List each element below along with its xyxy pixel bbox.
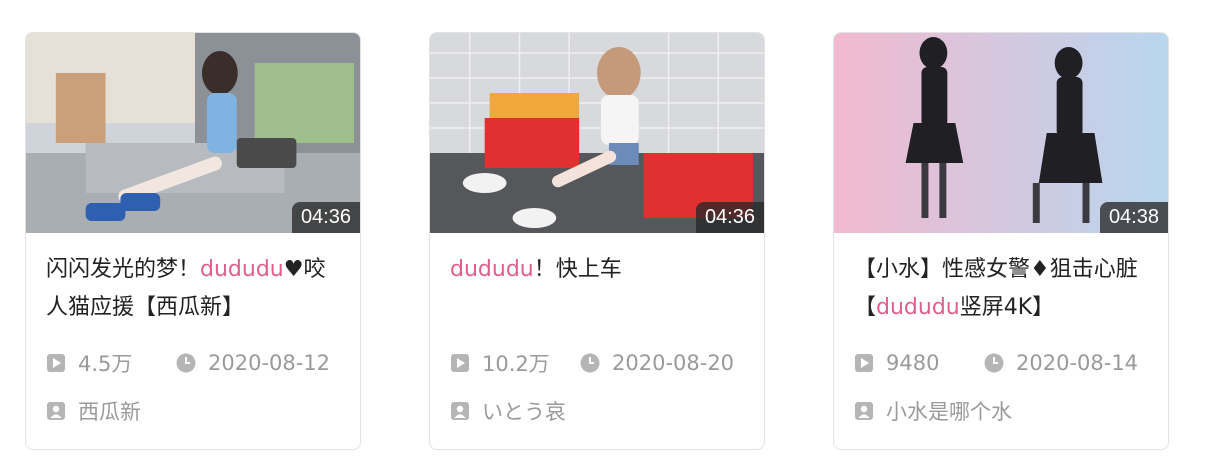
author[interactable]: いとう哀 — [450, 393, 744, 429]
view-count: 4.5万 — [46, 348, 176, 378]
author-name: 西瓜新 — [78, 400, 141, 424]
play-icon — [854, 353, 874, 373]
video-title[interactable]: 闪闪发光的梦！dududu♥咬人猫应援【西瓜新】 — [46, 251, 340, 331]
view-count: 10.2万 — [450, 348, 580, 378]
clock-icon — [984, 353, 1004, 373]
video-stats: 10.2万 2020-08-20 — [450, 345, 744, 381]
video-stats: 4.5万 2020-08-12 — [46, 345, 340, 381]
video-card[interactable]: 04:38 【小水】性感女警♦狙击心脏【dududu竖屏4K】 9480 202… — [833, 32, 1169, 450]
title-text: 竖屏4K】 — [959, 295, 1055, 320]
author-name: いとう哀 — [482, 400, 566, 424]
title-text: ！快上车 — [533, 257, 622, 282]
clock-icon — [176, 353, 196, 373]
video-title[interactable]: dududu！快上车 — [450, 251, 744, 331]
title-highlight: dududu — [200, 257, 284, 282]
clock-icon — [580, 353, 600, 373]
video-thumbnail[interactable]: 04:36 — [26, 33, 360, 233]
author-name: 小水是哪个水 — [886, 400, 1012, 424]
duration-badge: 04:38 — [1099, 202, 1168, 233]
duration-badge: 04:36 — [695, 202, 764, 233]
publish-date: 2020-08-20 — [580, 351, 734, 375]
user-icon — [46, 401, 66, 421]
title-highlight: dududu — [876, 295, 960, 320]
publish-date: 2020-08-12 — [176, 351, 330, 375]
play-icon — [450, 353, 470, 373]
video-card[interactable]: 04:36 dududu！快上车 10.2万 2020-08-20 いとう哀 — [429, 32, 765, 450]
video-title[interactable]: 【小水】性感女警♦狙击心脏【dududu竖屏4K】 — [854, 251, 1148, 331]
title-highlight: dududu — [450, 257, 534, 282]
video-thumbnail[interactable]: 04:38 — [834, 33, 1168, 233]
user-icon — [854, 401, 874, 421]
play-icon — [46, 353, 66, 373]
video-thumbnail[interactable]: 04:36 — [430, 33, 764, 233]
video-card[interactable]: 04:36 闪闪发光的梦！dududu♥咬人猫应援【西瓜新】 4.5万 2020… — [25, 32, 361, 450]
user-icon — [450, 401, 470, 421]
video-grid: 04:36 闪闪发光的梦！dududu♥咬人猫应援【西瓜新】 4.5万 2020… — [0, 0, 1210, 476]
author[interactable]: 西瓜新 — [46, 393, 340, 429]
duration-badge: 04:36 — [291, 202, 360, 233]
publish-date: 2020-08-14 — [984, 351, 1138, 375]
title-text: 闪闪发光的梦！ — [46, 257, 201, 282]
video-stats: 9480 2020-08-14 — [854, 345, 1148, 381]
author[interactable]: 小水是哪个水 — [854, 393, 1148, 429]
view-count: 9480 — [854, 351, 984, 375]
